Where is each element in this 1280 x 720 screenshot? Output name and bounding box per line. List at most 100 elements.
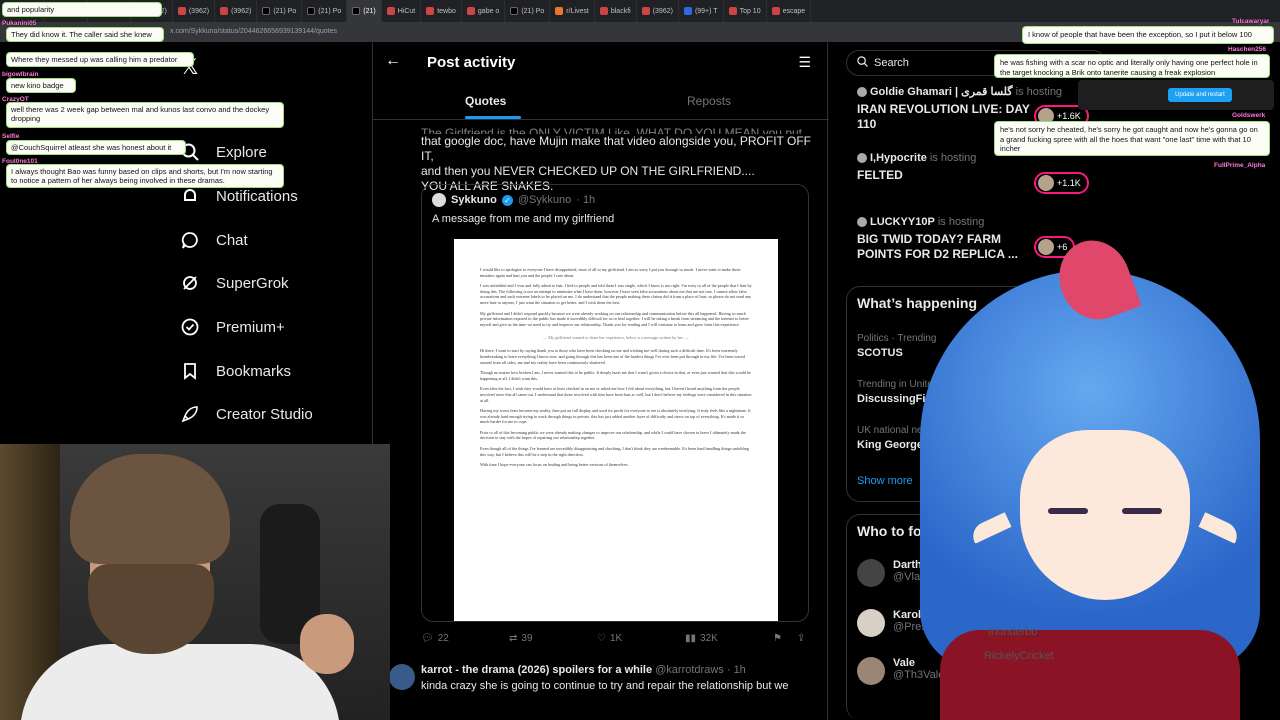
bookmark-button[interactable]: ⚑ bbox=[773, 633, 782, 644]
bookmark-icon: ⚑ bbox=[773, 632, 782, 644]
listener-count-pill[interactable]: +1.1K bbox=[1034, 172, 1089, 194]
author-name[interactable]: karrot - the drama (2026) spoilers for a… bbox=[421, 664, 652, 676]
like-button[interactable]: ♡ 1K bbox=[597, 633, 622, 644]
browser-tab[interactable]: (3962) bbox=[215, 0, 258, 22]
avatar[interactable] bbox=[857, 657, 885, 685]
chat-text: I always thought Bao was funny based on … bbox=[11, 167, 273, 185]
tab-label: Top 10 bbox=[739, 7, 761, 15]
author-handle[interactable]: @karrotdraws bbox=[655, 664, 724, 676]
quoted-post-header: Sykkuno ✓ @Sykkuno · 1h bbox=[432, 193, 595, 207]
heart-icon: ♡ bbox=[597, 632, 606, 644]
sidebar-item-label: Chat bbox=[216, 231, 248, 249]
doc-paragraph: My girlfriend and I didn't respond quick… bbox=[480, 310, 749, 327]
vtuber-eye bbox=[1048, 508, 1088, 514]
browser-tab[interactable]: (21) Po bbox=[505, 0, 551, 22]
chat-message: I know of people that have been the exce… bbox=[1022, 26, 1274, 44]
chat-username: Haschen256 bbox=[1228, 46, 1266, 53]
post-time: · 1h bbox=[726, 664, 746, 676]
vtuber-eye bbox=[1122, 508, 1162, 514]
tab-label: (21) bbox=[363, 7, 376, 15]
tab-favicon-icon bbox=[728, 7, 737, 15]
share-button[interactable]: ⇪ bbox=[797, 633, 805, 644]
sidebar-item-bookmarks[interactable]: Bookmarks bbox=[180, 361, 291, 381]
views-button[interactable]: ▮▮ 32K bbox=[685, 633, 718, 644]
avatar[interactable] bbox=[432, 193, 446, 207]
hosting-status: is hosting bbox=[929, 152, 977, 164]
browser-tab[interactable]: Top 10 bbox=[724, 0, 767, 22]
tab-favicon-icon bbox=[466, 7, 475, 15]
chat-message: @CouchSquirrel atleast she was honest ab… bbox=[6, 140, 186, 155]
browser-tab[interactable]: tewbo bbox=[421, 0, 462, 22]
overlay-text: RickelyCricket bbox=[984, 650, 1054, 662]
sidebar-item-premium[interactable]: Premium+ bbox=[180, 317, 285, 337]
views-chart-icon: ▮▮ bbox=[685, 632, 697, 644]
browser-tab[interactable]: r/Livest bbox=[550, 0, 595, 22]
browser-tab[interactable]: (21) Po bbox=[302, 0, 348, 22]
host-name: I,Hypocrite bbox=[870, 152, 927, 164]
browser-tab[interactable]: (3962) bbox=[173, 0, 216, 22]
tab-favicon-icon bbox=[510, 7, 519, 15]
quoted-author-name[interactable]: Sykkuno bbox=[451, 194, 497, 206]
settings-sliders-icon[interactable]: ☰ bbox=[798, 54, 811, 71]
url-text: x.com/Sykkuno/status/2044626656939139144… bbox=[170, 28, 337, 35]
doc-paragraph: I would like to apologize to everyone I … bbox=[480, 267, 741, 278]
space-title-line: IRAN REVOLUTION LIVE: DAY bbox=[857, 102, 1030, 116]
tab-label: blackfi bbox=[610, 7, 631, 15]
repost-button[interactable]: ⇄ 39 bbox=[509, 633, 533, 644]
main-column: ← Post activity ☰ Quotes Reposts The Gir… bbox=[372, 42, 829, 720]
reply-count: 22 bbox=[437, 632, 449, 644]
tab-favicon-icon bbox=[220, 7, 229, 15]
avatar[interactable] bbox=[857, 559, 885, 587]
browser-tab[interactable]: (3962) bbox=[637, 0, 679, 22]
page-title: Post activity bbox=[427, 54, 516, 71]
tab-label: HiCut bbox=[397, 7, 416, 15]
reply-icon: 💬︎ bbox=[421, 632, 434, 644]
chat-message: They did know it. The caller said she kn… bbox=[6, 27, 164, 42]
tab-quotes[interactable]: Quotes bbox=[465, 94, 506, 108]
browser-tab[interactable]: (21) Po bbox=[257, 0, 303, 22]
chat-message: Where they messed up was calling him a p… bbox=[6, 52, 194, 67]
browser-tab[interactable]: blackfi bbox=[595, 0, 637, 22]
sidebar-item-label: Bookmarks bbox=[216, 362, 292, 380]
tab-reposts[interactable]: Reposts bbox=[687, 94, 731, 108]
browser-tab[interactable]: (21) bbox=[347, 0, 382, 22]
chat-username: FullPrime_Alpha bbox=[1214, 162, 1266, 169]
quoted-author-handle[interactable]: @Sykkuno bbox=[518, 194, 571, 206]
chat-text: he was fishing with a scar no optic and … bbox=[1000, 58, 1258, 77]
statement-image[interactable]: I would like to apologize to everyone I … bbox=[454, 239, 778, 621]
rocket-icon bbox=[180, 404, 200, 424]
reply-button[interactable]: 💬︎ 22 bbox=[421, 633, 449, 644]
avatar[interactable] bbox=[389, 664, 415, 690]
browser-tab[interactable]: gabe o bbox=[462, 0, 506, 22]
tab-label: gabe o bbox=[477, 7, 500, 15]
quoted-post[interactable]: Sykkuno ✓ @Sykkuno · 1h A message from m… bbox=[421, 184, 809, 622]
tab-favicon-icon bbox=[177, 7, 186, 15]
streamer-shirt bbox=[20, 644, 340, 720]
browser-tab[interactable]: HiCut bbox=[382, 0, 422, 22]
tab-label: (3962) bbox=[188, 7, 210, 15]
sidebar-item-supergrok[interactable]: SuperGrok bbox=[180, 273, 289, 293]
avatar[interactable] bbox=[857, 609, 885, 637]
doc-paragraph: Hi there, I want to start by saying than… bbox=[480, 348, 745, 365]
sidebar-item-chat[interactable]: Chat bbox=[180, 230, 248, 250]
tab-label: (21) Po bbox=[521, 7, 545, 15]
search-placeholder: Search bbox=[874, 57, 909, 69]
overlay-text: thunderbo bbox=[988, 626, 1038, 638]
sidebar-item-creator-studio[interactable]: Creator Studio bbox=[180, 404, 313, 424]
chat-text: he's not sorry he cheated, he's sorry he… bbox=[1000, 125, 1258, 153]
bell-icon bbox=[180, 186, 200, 206]
live-space-item[interactable]: I,Hypocrite is hosting FELTED bbox=[857, 152, 976, 183]
tab-label: (3962) bbox=[652, 7, 673, 15]
chat-message: new kino badge bbox=[6, 78, 76, 93]
back-arrow-icon[interactable]: ← bbox=[385, 52, 401, 70]
sidebar-item-notifications[interactable]: Notifications bbox=[180, 186, 298, 206]
chat-message: he's not sorry he cheated, he's sorry he… bbox=[994, 121, 1270, 156]
host-name: Goldie Ghamari | گلسا قمری bbox=[870, 86, 1013, 98]
browser-tab[interactable]: (99+) T bbox=[679, 0, 724, 22]
sidebar-item-explore[interactable]: Explore bbox=[180, 142, 267, 162]
tab-label: escape bbox=[782, 7, 806, 15]
listener-count: +1.1K bbox=[1057, 178, 1081, 188]
browser-tab[interactable]: escape bbox=[767, 0, 812, 22]
streamer-beard bbox=[88, 564, 214, 654]
update-restart-button[interactable]: Update and restart bbox=[1168, 88, 1232, 102]
